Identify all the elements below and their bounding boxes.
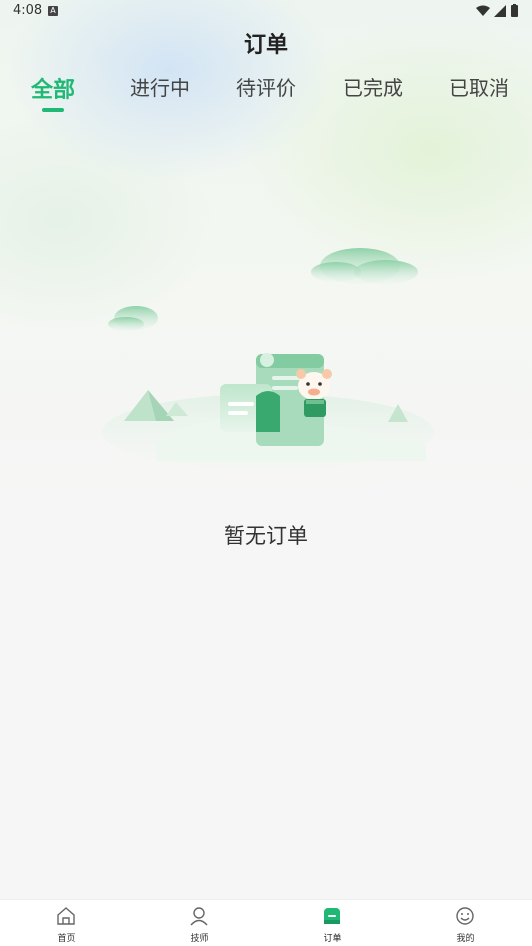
nav-item-orders[interactable]: 订单 <box>266 900 399 946</box>
technician-icon <box>190 907 208 926</box>
signal-icon <box>494 5 506 17</box>
cloud-left <box>108 306 158 331</box>
tab-pending-review[interactable]: 待评价 <box>236 72 296 112</box>
nav-item-profile[interactable]: 我的 <box>399 900 532 946</box>
profile-icon <box>456 907 474 925</box>
nav-label: 首页 <box>57 934 76 944</box>
empty-orders-illustration <box>102 248 434 470</box>
nav-item-home[interactable]: 首页 <box>0 900 133 946</box>
tab-in-progress[interactable]: 进行中 <box>130 72 190 112</box>
nav-item-technician[interactable]: 技师 <box>133 900 266 946</box>
document-front <box>220 384 280 432</box>
order-tabs: 全部 进行中 待评价 已完成 已取消 <box>0 72 532 116</box>
home-icon <box>57 907 75 925</box>
empty-state-message: 暂无订单 <box>224 524 308 548</box>
tab-cancelled[interactable]: 已取消 <box>449 72 509 112</box>
tab-all[interactable]: 全部 <box>31 72 75 112</box>
tab-label: 已取消 <box>449 76 509 100</box>
status-icons <box>476 4 518 17</box>
page-title: 订单 <box>243 33 288 58</box>
bottom-nav: 首页 技师 订单 我的 <box>0 899 532 946</box>
status-time: 4:08 <box>13 3 43 18</box>
tab-label: 已完成 <box>343 76 403 100</box>
nav-label: 技师 <box>190 934 209 944</box>
orders-icon <box>324 908 340 924</box>
tab-label: 待评价 <box>236 76 296 100</box>
tab-label: 进行中 <box>130 76 190 100</box>
nav-label: 订单 <box>323 934 342 944</box>
tab-active-indicator <box>41 108 64 112</box>
tab-label: 全部 <box>30 78 76 103</box>
tab-completed[interactable]: 已完成 <box>343 72 403 112</box>
battery-icon <box>511 5 518 17</box>
notification-badge: A <box>48 6 58 16</box>
wifi-icon <box>476 5 490 16</box>
cloud-right <box>311 248 418 284</box>
status-bar: 4:08 A <box>0 0 532 22</box>
nav-label: 我的 <box>456 934 475 944</box>
